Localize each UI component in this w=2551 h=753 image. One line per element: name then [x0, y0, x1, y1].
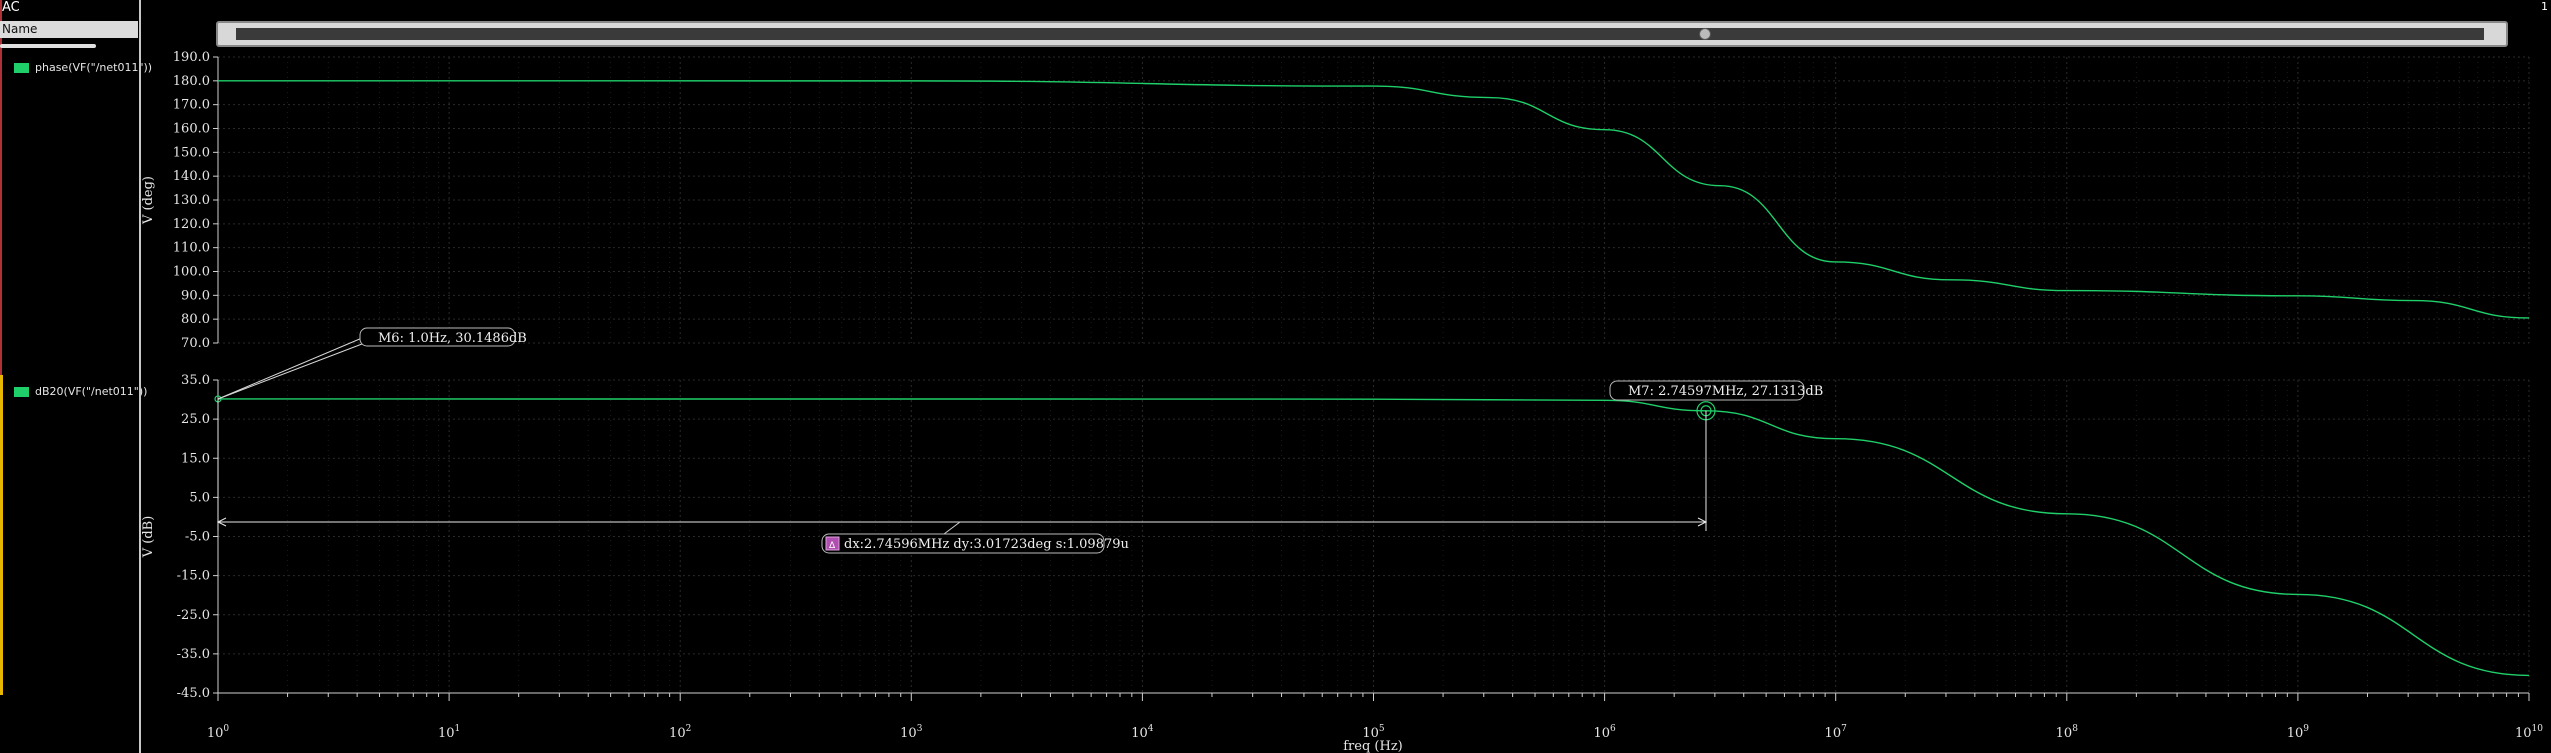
- y-tick-label: 180.0: [173, 74, 210, 89]
- marker-m6-leader2: [217, 343, 363, 400]
- y-tick-label: 140.0: [173, 169, 210, 184]
- y-tick-label: 190.0: [173, 50, 210, 65]
- x-tick-label: 106: [1593, 724, 1616, 741]
- x-tick-label: 108: [2056, 724, 2079, 741]
- y-tick-label: 130.0: [173, 193, 210, 208]
- y-tick-label: -35.0: [177, 647, 210, 662]
- x-axis-title: freq (Hz): [1343, 739, 1403, 753]
- y-tick-label: 150.0: [173, 145, 210, 160]
- y-tick-label: 15.0: [181, 451, 210, 466]
- y-tick-label: 25.0: [181, 412, 210, 427]
- y-tick-label: -5.0: [185, 530, 210, 545]
- y-tick-label: 5.0: [189, 490, 210, 505]
- y-tick-label: 35.0: [181, 373, 210, 388]
- waveform-plot[interactable]: 190.0 180.0 170.0 160.0 150.0 140.0 130.0 120.0…: [0, 0, 2551, 753]
- marker-m6-label: M6: 1.0Hz, 30.1486dB: [378, 331, 527, 346]
- x-tick-label: 102: [669, 724, 691, 741]
- marker-m7-label: M7: 2.74597MHz, 27.1313dB: [1628, 384, 1823, 399]
- x-tick-label: 1010: [2515, 724, 2543, 741]
- y-tick-label: 170.0: [173, 98, 210, 113]
- y-tick-label: 160.0: [173, 122, 210, 137]
- x-tick-label: 107: [1825, 724, 1848, 741]
- y-axis-title: V (dB): [141, 516, 156, 559]
- x-tick-label: 100: [207, 724, 230, 741]
- y-tick-label: 90.0: [181, 288, 210, 303]
- delta-label: dx:2.74596MHz dy:3.01723deg s:1.09879u: [844, 537, 1129, 552]
- x-tick-label: 109: [2287, 724, 2310, 741]
- x-tick-label: 104: [1131, 724, 1154, 741]
- y-tick-label: -25.0: [177, 608, 210, 623]
- x-tick-label: 101: [438, 724, 460, 741]
- y-tick-label: 120.0: [173, 217, 210, 232]
- delta-icon-glyph: Δ: [829, 541, 836, 551]
- marker-m6-leader: [217, 337, 363, 400]
- y-tick-label: 100.0: [173, 265, 210, 280]
- x-tick-label: 103: [900, 724, 923, 741]
- y-tick-label: 110.0: [173, 241, 210, 256]
- y-tick-label: -15.0: [177, 569, 210, 584]
- y-tick-label: 80.0: [181, 312, 210, 327]
- y-axis-title: V (deg): [141, 176, 156, 225]
- y-tick-label: 70.0: [181, 336, 210, 351]
- y-tick-label: -45.0: [177, 686, 210, 701]
